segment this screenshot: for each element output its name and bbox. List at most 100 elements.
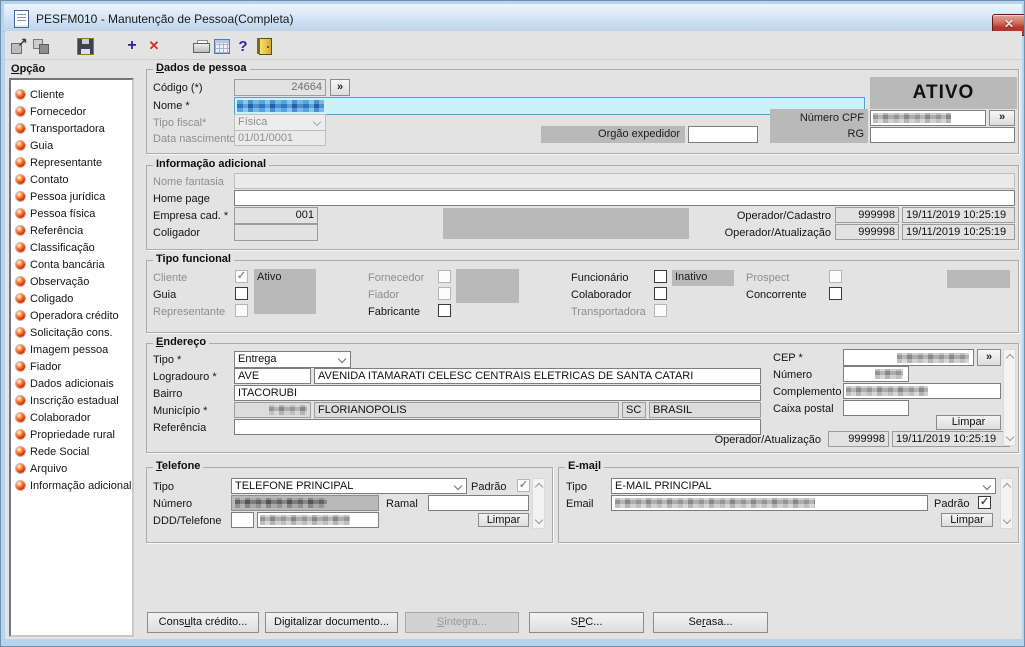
- sidebar-item-inscricao-estadual[interactable]: Inscrição estadual: [11, 392, 132, 409]
- fornecedor-checkbox: [438, 270, 451, 283]
- sidebar-item-fiador[interactable]: Fiador: [11, 358, 132, 375]
- exit-button[interactable]: [254, 35, 276, 57]
- sidebar-item-label: Colaborador: [30, 412, 91, 424]
- group-title: Dados de pessoa: [153, 62, 250, 74]
- ramal-field[interactable]: [428, 495, 529, 511]
- sidebar-item-imagem-pessoa[interactable]: Imagem pessoa: [11, 341, 132, 358]
- endereco-operador-datetime-field: 19/11/2019 10:25:19: [892, 431, 1010, 447]
- endereco-tipo-dropdown[interactable]: Entrega: [234, 351, 351, 368]
- referencia-field[interactable]: [234, 419, 761, 435]
- scroll-down-icon[interactable]: [533, 515, 544, 528]
- sidebar-item-observacao[interactable]: Observação: [11, 273, 132, 290]
- concorrente-checkbox[interactable]: [829, 287, 842, 300]
- title-bar: PESFM010 - Manutenção de Pessoa(Completa…: [4, 4, 1022, 32]
- bullet-icon: [16, 294, 25, 303]
- ativo-badge: Ativo: [257, 271, 281, 283]
- transportadora-checkbox: [654, 304, 667, 317]
- sidebar-item-representante[interactable]: Representante: [11, 154, 132, 171]
- sidebar-item-dados-adicionais[interactable]: Dados adicionais: [11, 375, 132, 392]
- sidebar-item-cliente[interactable]: Cliente: [11, 86, 132, 103]
- sidebar-item-pessoa-juridica[interactable]: Pessoa jurídica: [11, 188, 132, 205]
- rg-field[interactable]: [870, 127, 1015, 143]
- windows-button[interactable]: [30, 35, 52, 57]
- funcionario-checkbox[interactable]: [654, 270, 667, 283]
- cliente-checkbox: ✓: [235, 270, 248, 283]
- uf-field: SC: [622, 402, 646, 418]
- guia-checkbox[interactable]: [235, 287, 248, 300]
- redacted-complemento-value: [846, 386, 928, 396]
- sidebar-item-classificacao[interactable]: Classificação: [11, 239, 132, 256]
- print-button[interactable]: [190, 35, 212, 57]
- caixa-postal-field[interactable]: [843, 400, 909, 416]
- sidebar-item-transportadora[interactable]: Transportadora: [11, 120, 132, 137]
- app-window: PESFM010 - Manutenção de Pessoa(Completa…: [0, 0, 1025, 647]
- sidebar-item-pessoa-fisica[interactable]: Pessoa física: [11, 205, 132, 222]
- bullet-icon: [16, 481, 25, 490]
- colaborador-label: Colaborador: [571, 289, 632, 302]
- add-button[interactable]: +: [121, 35, 143, 57]
- bullet-icon: [16, 90, 25, 99]
- email-tipo-dropdown[interactable]: E-MAIL PRINCIPAL: [611, 478, 996, 494]
- redacted-name-value: [237, 100, 324, 112]
- sidebar-item-rede-social[interactable]: Rede Social: [11, 443, 132, 460]
- save-button[interactable]: [74, 35, 96, 57]
- sidebar-item-label: Coligado: [30, 293, 73, 305]
- home-page-field[interactable]: [234, 190, 1015, 206]
- sidebar-item-solicitacao-cons[interactable]: Solicitação cons.: [11, 324, 132, 341]
- grid-icon: [214, 39, 230, 54]
- bullet-icon: [16, 277, 25, 286]
- email-scrollbar[interactable]: [1000, 478, 1013, 529]
- scroll-up-icon[interactable]: [533, 479, 544, 492]
- cpf-rg-label-plate: Número CPF RG: [770, 109, 868, 143]
- email-padrao-checkbox[interactable]: ✓: [978, 496, 991, 509]
- spc-button[interactable]: SPC...: [529, 612, 644, 633]
- email-limpar-button[interactable]: Limpar: [941, 513, 993, 527]
- cep-lookup-button[interactable]: »: [977, 349, 1001, 366]
- help-button[interactable]: ?: [232, 35, 254, 57]
- scroll-up-icon[interactable]: [1004, 350, 1015, 363]
- scroll-down-icon[interactable]: [1004, 432, 1015, 445]
- sidebar-item-propriedade-rural[interactable]: Propriedade rural: [11, 426, 132, 443]
- sidebar-item-informacao-adicional[interactable]: Informação adicional: [11, 477, 132, 494]
- serasa-button[interactable]: Serasa...: [653, 612, 768, 633]
- consulta-credito-button[interactable]: Consulta crédito...: [147, 612, 259, 633]
- sidebar-item-arquivo[interactable]: Arquivo: [11, 460, 132, 477]
- delete-button[interactable]: ✕: [143, 35, 165, 57]
- orgao-expedidor-field[interactable]: [688, 126, 758, 143]
- sidebar-item-guia[interactable]: Guia: [11, 137, 132, 154]
- sidebar-item-operadora-credito[interactable]: Operadora crédito: [11, 307, 132, 324]
- help-icon: ?: [238, 38, 247, 55]
- coligador-field: [234, 224, 318, 241]
- nome-fantasia-field: [234, 173, 1015, 189]
- telefone-tipo-dropdown[interactable]: TELEFONE PRINCIPAL: [231, 478, 467, 494]
- sidebar-item-conta-bancaria[interactable]: Conta bancária: [11, 256, 132, 273]
- sidebar-item-contato[interactable]: Contato: [11, 171, 132, 188]
- ativo-plate: Ativo: [254, 269, 316, 314]
- colaborador-checkbox[interactable]: [654, 287, 667, 300]
- fabricante-checkbox[interactable]: [438, 304, 451, 317]
- sidebar-item-coligado[interactable]: Coligado: [11, 290, 132, 307]
- digitalizar-documento-button[interactable]: Digitalizar documento...: [265, 612, 398, 633]
- ddd-field[interactable]: [231, 512, 254, 528]
- logradouro-tipo-field[interactable]: AVE: [234, 368, 311, 384]
- sidebar-item-label: Dados adicionais: [30, 378, 114, 390]
- grid-button[interactable]: [211, 35, 233, 57]
- endereco-scrollbar[interactable]: [1003, 349, 1016, 446]
- endereco-operador-id-field: 999998: [828, 431, 889, 447]
- bairro-field[interactable]: ITACORUBI: [234, 385, 761, 401]
- sidebar-item-fornecedor[interactable]: Fornecedor: [11, 103, 132, 120]
- telefone-scrollbar[interactable]: [532, 478, 545, 529]
- telefone-limpar-button[interactable]: Limpar: [478, 513, 529, 527]
- scroll-up-icon[interactable]: [1001, 479, 1012, 492]
- nome-label: Nome *: [153, 100, 190, 113]
- bullet-icon: [16, 345, 25, 354]
- endereco-limpar-button[interactable]: Limpar: [936, 415, 1001, 430]
- sidebar-item-referencia[interactable]: Referência: [11, 222, 132, 239]
- shortcut-button[interactable]: ↗: [8, 35, 30, 57]
- sidebar-item-colaborador[interactable]: Colaborador: [11, 409, 132, 426]
- scroll-down-icon[interactable]: [1001, 515, 1012, 528]
- exit-door-icon: [259, 38, 272, 55]
- codigo-lookup-button[interactable]: »: [330, 79, 350, 96]
- cpf-lookup-button[interactable]: »: [989, 110, 1015, 126]
- logradouro-field[interactable]: AVENIDA ITAMARATI CELESC CENTRAIS ELETRI…: [314, 368, 761, 384]
